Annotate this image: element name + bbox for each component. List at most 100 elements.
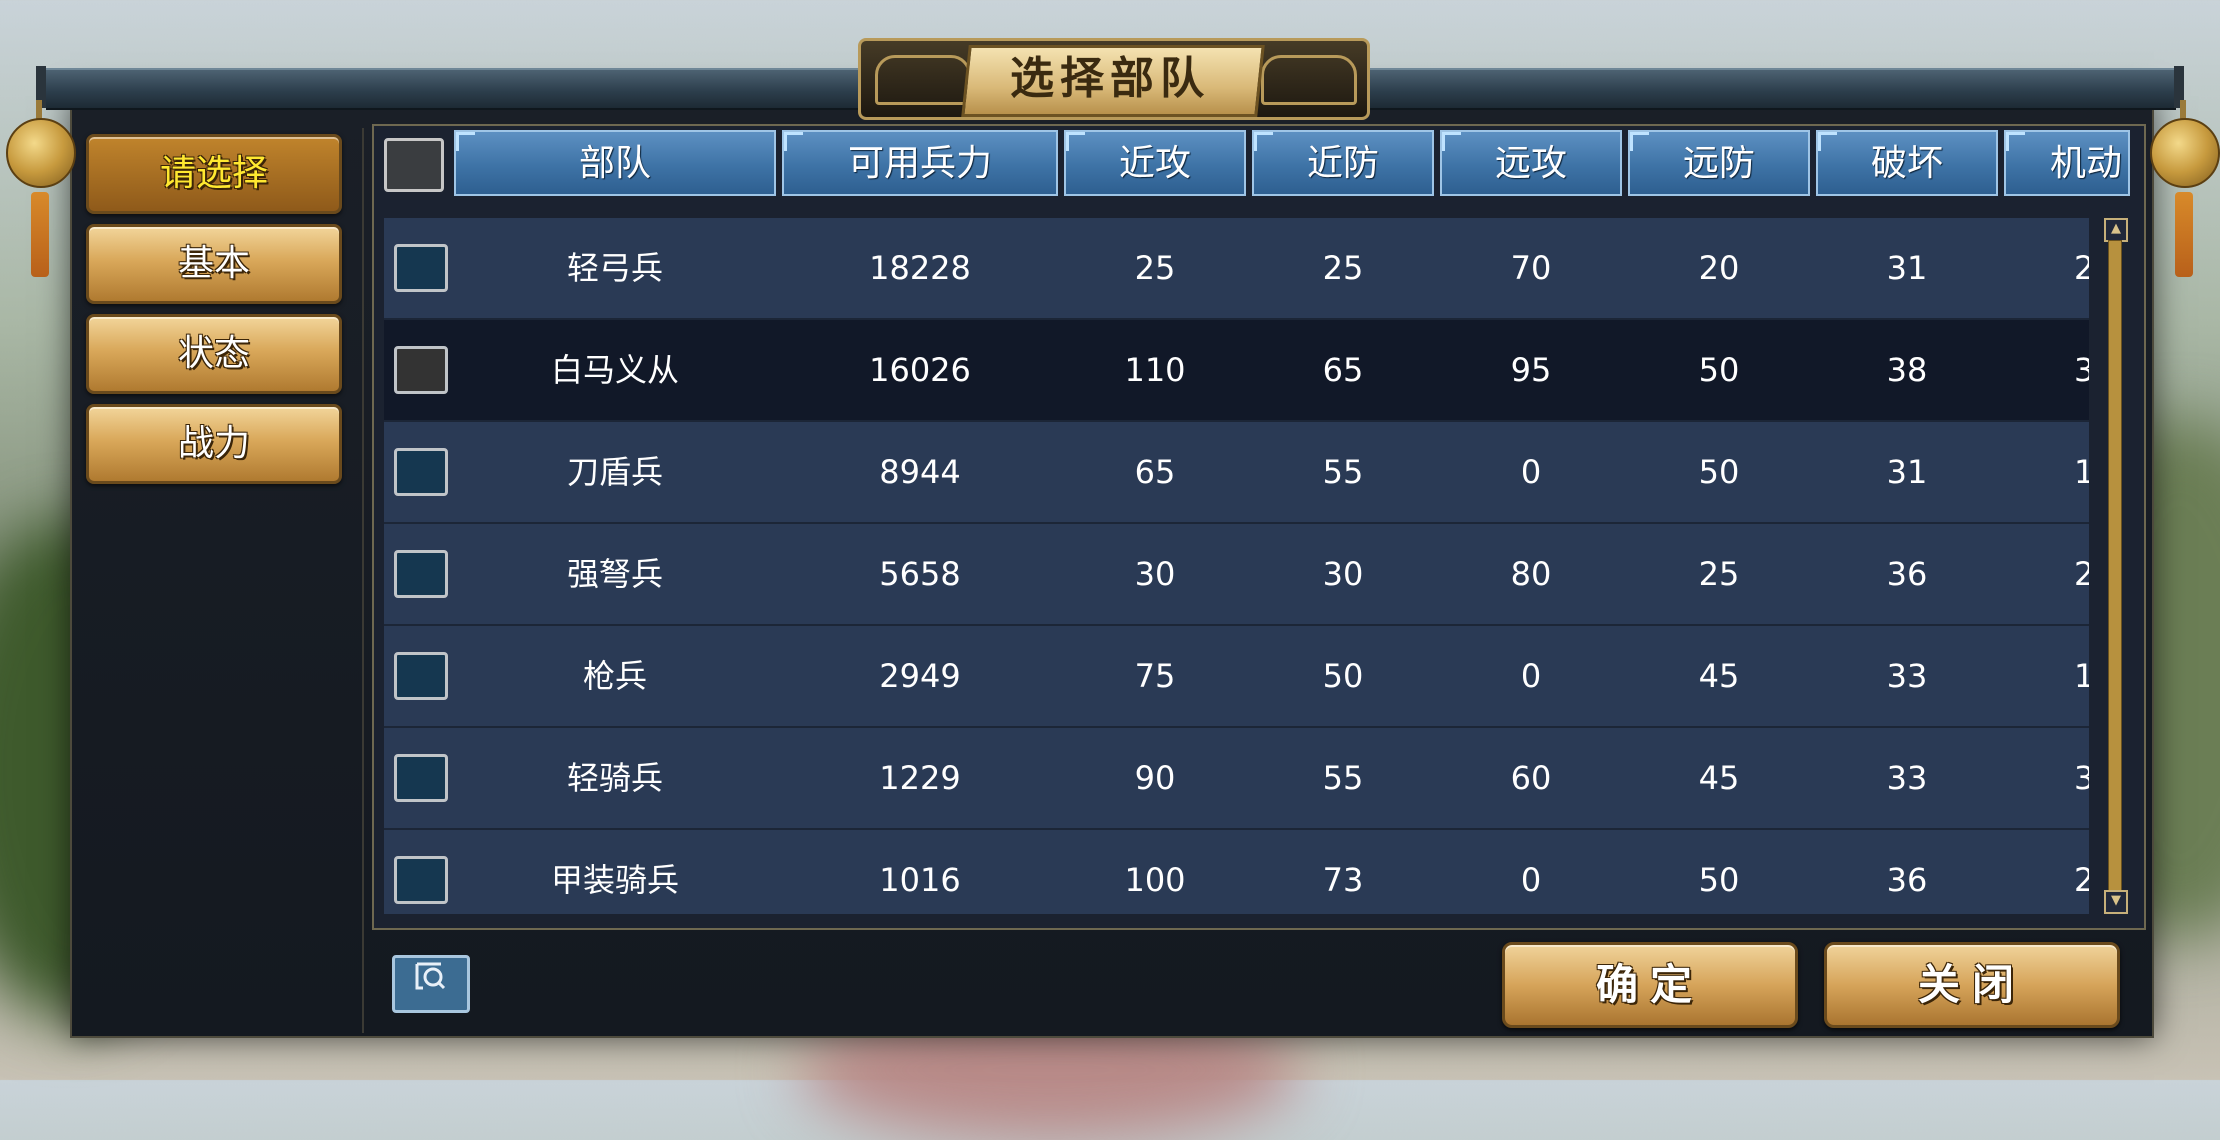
cell-troop: 强弩兵 [566, 555, 663, 593]
close-button[interactable]: 关闭 [1824, 942, 2120, 1028]
row-checkbox[interactable] [394, 448, 448, 496]
cell-available: 18228 [869, 249, 971, 287]
cell-troop: 轻弓兵 [566, 249, 663, 287]
medallion-right-icon [2150, 118, 2220, 188]
column-header-destruction[interactable]: 破坏 [1816, 130, 1998, 196]
sidebar-item-basic[interactable]: 基本 [86, 224, 342, 304]
cell-destruction: 31 [1886, 453, 1928, 491]
cell-destruction: 36 [1886, 861, 1928, 899]
cell-available: 1016 [879, 861, 961, 899]
cell-melee-defense: 55 [1322, 453, 1364, 491]
cell-ranged-attack: 0 [1520, 453, 1542, 491]
cell-ranged-attack: 0 [1520, 657, 1542, 695]
cell-ranged-attack: 80 [1510, 555, 1552, 593]
cell-melee-defense: 73 [1322, 861, 1364, 899]
cell-mobility: 2 [2074, 861, 2089, 899]
cell-mobility: 1 [2074, 657, 2089, 695]
select-all-checkbox[interactable] [384, 138, 444, 192]
cell-troop: 刀盾兵 [566, 453, 663, 491]
column-header-available-troops[interactable]: 可用兵力 [782, 130, 1058, 196]
column-header-melee-defense[interactable]: 近防 [1252, 130, 1434, 196]
cell-mobility: 3 [2074, 351, 2089, 389]
row-checkbox[interactable] [394, 856, 448, 904]
row-checkbox[interactable] [394, 550, 448, 598]
cell-troop: 甲装骑兵 [550, 861, 679, 899]
cell-available: 5658 [879, 555, 961, 593]
cell-melee-attack: 110 [1124, 351, 1186, 389]
table-row[interactable]: 轻弓兵 18228 25 25 70 20 31 2 [384, 218, 2089, 320]
cell-ranged-defense: 45 [1698, 657, 1740, 695]
vertical-scrollbar[interactable] [2108, 240, 2122, 892]
table-row[interactable]: 强弩兵 5658 30 30 80 25 36 2 [384, 524, 2089, 626]
table-body: 轻弓兵 18228 25 25 70 20 31 2 白马义从 16026 11… [384, 218, 2089, 914]
cell-melee-attack: 65 [1134, 453, 1176, 491]
cell-ranged-attack: 60 [1510, 759, 1552, 797]
sidebar-item-status[interactable]: 状态 [86, 314, 342, 394]
magnify-view-icon-glyph [415, 962, 446, 990]
table-row[interactable]: 枪兵 2949 75 50 0 45 33 1 [384, 626, 2089, 728]
cell-available: 2949 [879, 657, 961, 695]
table-row[interactable]: 甲装骑兵 1016 100 73 0 50 36 2 [384, 830, 2089, 914]
cell-melee-attack: 75 [1134, 657, 1176, 695]
cell-mobility: 2 [2074, 249, 2089, 287]
column-header-mobility[interactable]: 机动 [2004, 130, 2130, 196]
column-header-melee-attack[interactable]: 近攻 [1064, 130, 1246, 196]
cell-ranged-defense: 50 [1698, 351, 1740, 389]
cell-melee-defense: 25 [1322, 249, 1364, 287]
cell-mobility: 2 [2074, 555, 2089, 593]
cell-destruction: 33 [1886, 759, 1928, 797]
column-header-ranged-attack[interactable]: 远攻 [1440, 130, 1622, 196]
cell-troop: 枪兵 [582, 657, 647, 695]
column-header-troop[interactable]: 部队 [454, 130, 776, 196]
cell-ranged-defense: 20 [1698, 249, 1740, 287]
confirm-button[interactable]: 确定 [1502, 942, 1798, 1028]
chevron-up-icon[interactable]: ▲ [2104, 218, 2128, 242]
sidebar-item-combat-power[interactable]: 战力 [86, 404, 342, 484]
cell-melee-attack: 30 [1134, 555, 1176, 593]
cell-mobility: 1 [2074, 453, 2089, 491]
cell-melee-defense: 65 [1322, 351, 1364, 389]
cell-melee-attack: 100 [1124, 861, 1186, 899]
cell-ranged-attack: 0 [1520, 861, 1542, 899]
tassel-left [31, 192, 49, 277]
cell-available: 16026 [869, 351, 971, 389]
cell-melee-defense: 50 [1322, 657, 1364, 695]
chevron-down-icon[interactable]: ▼ [2104, 890, 2128, 914]
cell-mobility: 3 [2074, 759, 2089, 797]
cell-melee-defense: 30 [1322, 555, 1364, 593]
cell-melee-attack: 90 [1134, 759, 1176, 797]
cloud-ornament-right-icon [1261, 55, 1357, 105]
cell-destruction: 31 [1886, 249, 1928, 287]
cell-ranged-defense: 50 [1698, 861, 1740, 899]
row-checkbox[interactable] [394, 244, 448, 292]
table-row[interactable]: 白马义从 16026 110 65 95 50 38 3 [384, 320, 2089, 422]
medallion-left-icon [6, 118, 76, 188]
table-row[interactable]: 轻骑兵 1229 90 55 60 45 33 3 [384, 728, 2089, 830]
sidebar-divider [362, 128, 364, 1033]
table-row[interactable]: 刀盾兵 8944 65 55 0 50 31 1 [384, 422, 2089, 524]
cell-available: 1229 [879, 759, 961, 797]
row-checkbox[interactable] [394, 652, 448, 700]
tassel-right [2175, 192, 2193, 277]
cell-destruction: 36 [1886, 555, 1928, 593]
cell-ranged-attack: 70 [1510, 249, 1552, 287]
cell-troop: 轻骑兵 [566, 759, 663, 797]
cloud-ornament-left-icon [875, 55, 971, 105]
cell-melee-defense: 55 [1322, 759, 1364, 797]
cell-destruction: 33 [1886, 657, 1928, 695]
cell-ranged-defense: 50 [1698, 453, 1740, 491]
row-checkbox[interactable] [394, 754, 448, 802]
cell-destruction: 38 [1886, 351, 1928, 389]
window-title: 选择部队 [1010, 53, 1210, 104]
cell-ranged-attack: 95 [1510, 351, 1552, 389]
cell-ranged-defense: 45 [1698, 759, 1740, 797]
cell-available: 8944 [879, 453, 961, 491]
title-plaque: 选择部队 [858, 38, 1370, 120]
cell-ranged-defense: 25 [1698, 555, 1740, 593]
cell-troop: 白马义从 [550, 351, 679, 389]
column-header-ranged-defense[interactable]: 远防 [1628, 130, 1810, 196]
row-checkbox[interactable] [394, 346, 448, 394]
sidebar-item-select[interactable]: 请选择 [86, 134, 342, 214]
cell-melee-attack: 25 [1134, 249, 1176, 287]
magnify-view-icon[interactable] [392, 955, 470, 1013]
